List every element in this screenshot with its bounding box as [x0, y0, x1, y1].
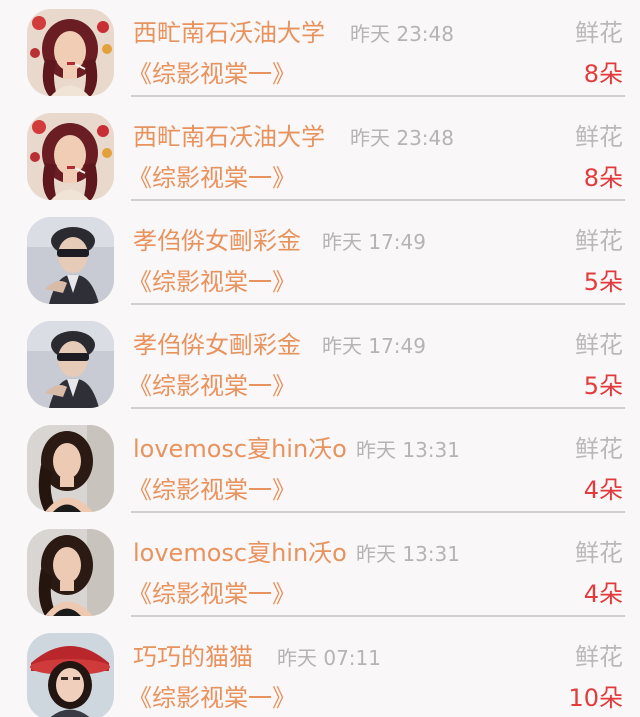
- list-item[interactable]: 西甿南石㓇油大学 昨天 23:48 鲜花 《综影视棠一》 8朵: [0, 0, 640, 104]
- user-name[interactable]: 巧巧的猫猫: [133, 640, 253, 674]
- work-title[interactable]: 《综影视棠一》: [128, 161, 296, 195]
- gift-type-label: 鲜花: [575, 123, 623, 151]
- timestamp: 昨天 07:11: [277, 646, 381, 670]
- work-title[interactable]: 《综影视棠一》: [128, 577, 296, 611]
- work-title[interactable]: 《综影视棠一》: [128, 265, 296, 299]
- user-name[interactable]: 西甿南石㓇油大学: [133, 120, 325, 154]
- user-name[interactable]: lovemosc㚆hin㓇o: [133, 536, 347, 570]
- timestamp: 昨天 17:49: [322, 230, 426, 254]
- gift-type-label: 鲜花: [575, 227, 623, 255]
- gift-type-label: 鲜花: [575, 539, 623, 567]
- flower-count: 8朵: [583, 60, 623, 88]
- avatar[interactable]: [27, 529, 114, 616]
- timestamp: 昨天 13:31: [356, 542, 460, 566]
- gift-type-label: 鲜花: [575, 331, 623, 359]
- flower-gift-list: 西甿南石㓇油大学 昨天 23:48 鲜花 《综影视棠一》 8朵 西甿南石㓇油大学…: [0, 0, 640, 717]
- work-title[interactable]: 《综影视棠一》: [128, 473, 296, 507]
- timestamp: 昨天 23:48: [350, 126, 454, 150]
- flower-count: 4朵: [583, 476, 623, 504]
- user-name[interactable]: 西甿南石㓇油大学: [133, 16, 325, 50]
- flower-count: 5朵: [583, 372, 623, 400]
- divider: [131, 407, 625, 409]
- timestamp: 昨天 23:48: [350, 22, 454, 46]
- divider: [131, 199, 625, 201]
- divider: [131, 95, 625, 97]
- avatar[interactable]: [27, 633, 114, 717]
- flower-count: 5朵: [583, 268, 623, 296]
- avatar[interactable]: [27, 321, 114, 408]
- list-item[interactable]: 西甿南石㓇油大学 昨天 23:48 鲜花 《综影视棠一》 8朵: [0, 104, 640, 208]
- work-title[interactable]: 《综影视棠一》: [128, 681, 296, 715]
- list-item[interactable]: 孝㑇㑞女㓰彩金 昨天 17:49 鲜花 《综影视棠一》 5朵: [0, 208, 640, 312]
- list-item[interactable]: lovemosc㚆hin㓇o 昨天 13:31 鲜花 《综影视棠一》 4朵: [0, 520, 640, 624]
- work-title[interactable]: 《综影视棠一》: [128, 57, 296, 91]
- flower-count: 4朵: [583, 580, 623, 608]
- work-title[interactable]: 《综影视棠一》: [128, 369, 296, 403]
- gift-type-label: 鲜花: [575, 643, 623, 671]
- list-item[interactable]: 孝㑇㑞女㓰彩金 昨天 17:49 鲜花 《综影视棠一》 5朵: [0, 312, 640, 416]
- divider: [131, 511, 625, 513]
- user-name[interactable]: 孝㑇㑞女㓰彩金: [133, 224, 301, 258]
- avatar[interactable]: [27, 113, 114, 200]
- divider: [131, 303, 625, 305]
- timestamp: 昨天 13:31: [356, 438, 460, 462]
- list-item[interactable]: 巧巧的猫猫 昨天 07:11 鲜花 《综影视棠一》 10朵: [0, 624, 640, 717]
- flower-count: 8朵: [583, 164, 623, 192]
- timestamp: 昨天 17:49: [322, 334, 426, 358]
- gift-type-label: 鲜花: [575, 435, 623, 463]
- avatar[interactable]: [27, 425, 114, 512]
- avatar[interactable]: [27, 217, 114, 304]
- divider: [131, 615, 625, 617]
- list-item[interactable]: lovemosc㚆hin㓇o 昨天 13:31 鲜花 《综影视棠一》 4朵: [0, 416, 640, 520]
- avatar[interactable]: [27, 9, 114, 96]
- gift-type-label: 鲜花: [575, 19, 623, 47]
- user-name[interactable]: 孝㑇㑞女㓰彩金: [133, 328, 301, 362]
- user-name[interactable]: lovemosc㚆hin㓇o: [133, 432, 347, 466]
- flower-count: 10朵: [568, 684, 623, 712]
